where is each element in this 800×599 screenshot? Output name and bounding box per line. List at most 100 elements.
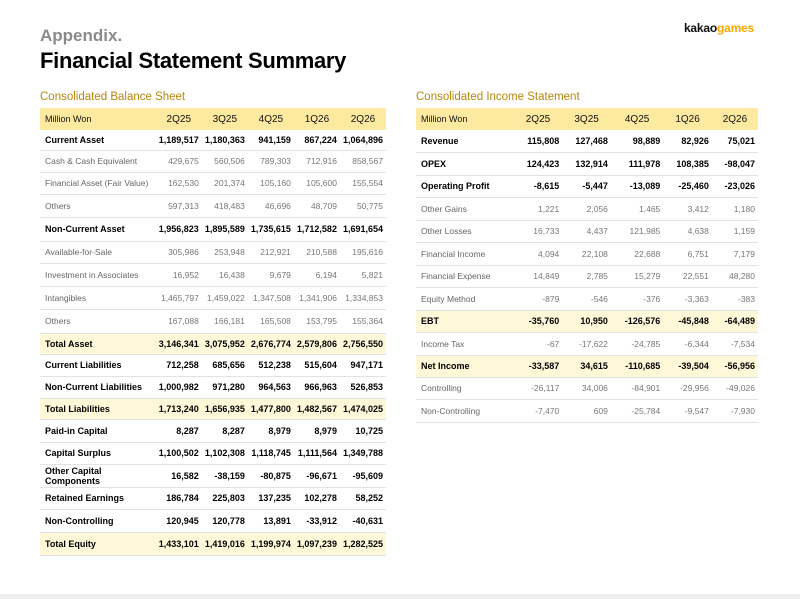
- row-value: -64,489: [711, 309, 758, 333]
- row-value: 512,238: [247, 353, 294, 377]
- table-row: Income Tax -67 -17,622 -24,785 -6,344 -7,534: [416, 332, 758, 356]
- row-value: 132,914: [562, 152, 611, 176]
- logo-accent: games: [716, 21, 754, 35]
- row-value: -383: [711, 287, 758, 311]
- row-label: Paid-in Capital: [40, 418, 156, 443]
- row-value: -546: [562, 287, 611, 311]
- row-value: 13,891: [247, 509, 294, 533]
- row-value: 685,656: [201, 353, 248, 377]
- row-value: 1,713,240: [155, 398, 202, 420]
- row-value: 8,287: [201, 418, 248, 443]
- row-value: 50,775: [339, 194, 386, 218]
- row-value: 1,180,363: [201, 130, 248, 151]
- row-value: -84,901: [610, 377, 664, 400]
- row-value: 1,159: [711, 220, 758, 243]
- row-value: 155,364: [339, 309, 386, 334]
- row-value: 7,179: [711, 242, 758, 266]
- row-value: 609: [562, 399, 611, 423]
- row-label: Controlling: [416, 377, 514, 400]
- income-statement-table: Million Won 2Q25 3Q25 4Q25 1Q26 2Q26 Revenue 1…: [416, 108, 758, 423]
- row-label: Current Liabilities: [40, 353, 156, 377]
- row-value: 137,235: [247, 487, 294, 510]
- row-value: 111,978: [610, 152, 664, 176]
- income-statement-header-row: Million Won 2Q25 3Q25 4Q25 1Q26 2Q26: [416, 108, 758, 130]
- row-value: -9,547: [663, 399, 712, 423]
- row-value: 105,600: [293, 172, 340, 195]
- row-value: 964,563: [247, 376, 294, 399]
- table-row: Total Equity 1,433,101 1,419,016 1,199,974 1…: [40, 532, 386, 556]
- row-value: 1,282,525: [339, 532, 386, 556]
- row-value: 1,347,508: [247, 286, 294, 310]
- row-value: 8,979: [247, 418, 294, 443]
- row-label: Intangibles: [40, 286, 156, 310]
- row-value: 120,945: [155, 509, 202, 533]
- row-label: Others: [40, 194, 156, 218]
- row-value: 429,675: [155, 150, 202, 173]
- row-value: 1,459,022: [201, 286, 248, 310]
- table-row: Financial Asset (Fair Value) 162,530 201,3…: [40, 172, 386, 195]
- row-value: 1,199,974: [247, 532, 294, 556]
- row-value: 15,279: [610, 265, 664, 288]
- column-header-period: 2Q26: [711, 108, 758, 130]
- row-label: Financial Expense: [416, 265, 514, 288]
- column-header-label: Million Won: [40, 108, 156, 130]
- row-value: -7,534: [711, 332, 758, 356]
- row-value: -7,930: [711, 399, 758, 423]
- row-value: -45,848: [663, 309, 712, 333]
- row-value: 1,341,906: [293, 286, 340, 310]
- row-value: 121,985: [610, 220, 664, 243]
- row-label: Income Tax: [416, 332, 514, 356]
- row-label: Retained Earnings: [40, 487, 156, 510]
- row-value: 127,468: [562, 130, 611, 153]
- row-value: 1,956,823: [155, 216, 202, 242]
- row-value: 1,465,797: [155, 286, 202, 310]
- row-label: Revenue: [416, 130, 514, 153]
- row-value: 1,180: [711, 196, 758, 221]
- row-value: 858,567: [339, 150, 386, 173]
- row-value: 1,349,788: [339, 442, 386, 465]
- column-header-period: 2Q25: [155, 108, 202, 130]
- row-value: 16,952: [155, 263, 202, 287]
- row-value: 115,808: [513, 130, 563, 153]
- row-value: 947,171: [339, 353, 386, 377]
- table-row: Total Asset 3,146,341 3,075,952 2,676,774 2,…: [40, 333, 386, 355]
- row-value: 1,895,589: [201, 216, 248, 242]
- company-logo: kakaogames: [684, 21, 754, 35]
- row-value: 1,712,582: [293, 216, 340, 242]
- appendix-label: Appendix.: [40, 26, 123, 45]
- row-value: -25,460: [663, 175, 712, 198]
- table-row: Other Capital Components 16,582 -38,159 -80…: [40, 464, 386, 488]
- row-value: 6,751: [663, 242, 712, 266]
- row-value: -23,026: [711, 175, 758, 198]
- row-value: 8,979: [293, 418, 340, 443]
- footer-bar: [0, 594, 800, 599]
- row-value: 9,679: [247, 263, 294, 287]
- row-value: 3,412: [663, 196, 712, 221]
- row-value: 253,948: [201, 241, 248, 264]
- row-value: 4,094: [513, 242, 563, 266]
- row-value: 6,194: [293, 263, 340, 287]
- column-header-period: 2Q25: [513, 108, 563, 130]
- row-label: Operating Profit: [416, 175, 514, 198]
- row-value: -56,956: [711, 355, 758, 378]
- row-value: 2,756,550: [339, 333, 386, 355]
- row-value: 153,795: [293, 309, 340, 334]
- row-value: -8,615: [513, 175, 563, 198]
- row-value: 34,006: [562, 377, 611, 400]
- row-value: 1,334,853: [339, 286, 386, 310]
- row-value: -80,875: [247, 464, 294, 488]
- balance-sheet-header-row: Million Won 2Q25 3Q25 4Q25 1Q26 2Q26: [40, 108, 386, 130]
- row-label: Others: [40, 309, 156, 334]
- row-value: 1,118,745: [247, 442, 294, 465]
- row-value: 1,656,935: [201, 398, 248, 420]
- table-row: Current Liabilities 712,258 685,656 512,238…: [40, 353, 386, 377]
- column-header-period: 4Q25: [247, 108, 294, 130]
- table-row: Paid-in Capital 8,287 8,287 8,979 8,979 10,72…: [40, 418, 386, 443]
- row-value: 22,551: [663, 265, 712, 288]
- row-value: -5,447: [562, 175, 611, 198]
- row-value: 155,554: [339, 172, 386, 195]
- row-value: -33,587: [513, 355, 563, 378]
- table-row: Current Asset 1,189,517 1,180,363 941,159 86…: [40, 130, 386, 151]
- row-label: Equity Method: [416, 287, 514, 311]
- row-label: Cash & Cash Equivalent: [40, 150, 156, 173]
